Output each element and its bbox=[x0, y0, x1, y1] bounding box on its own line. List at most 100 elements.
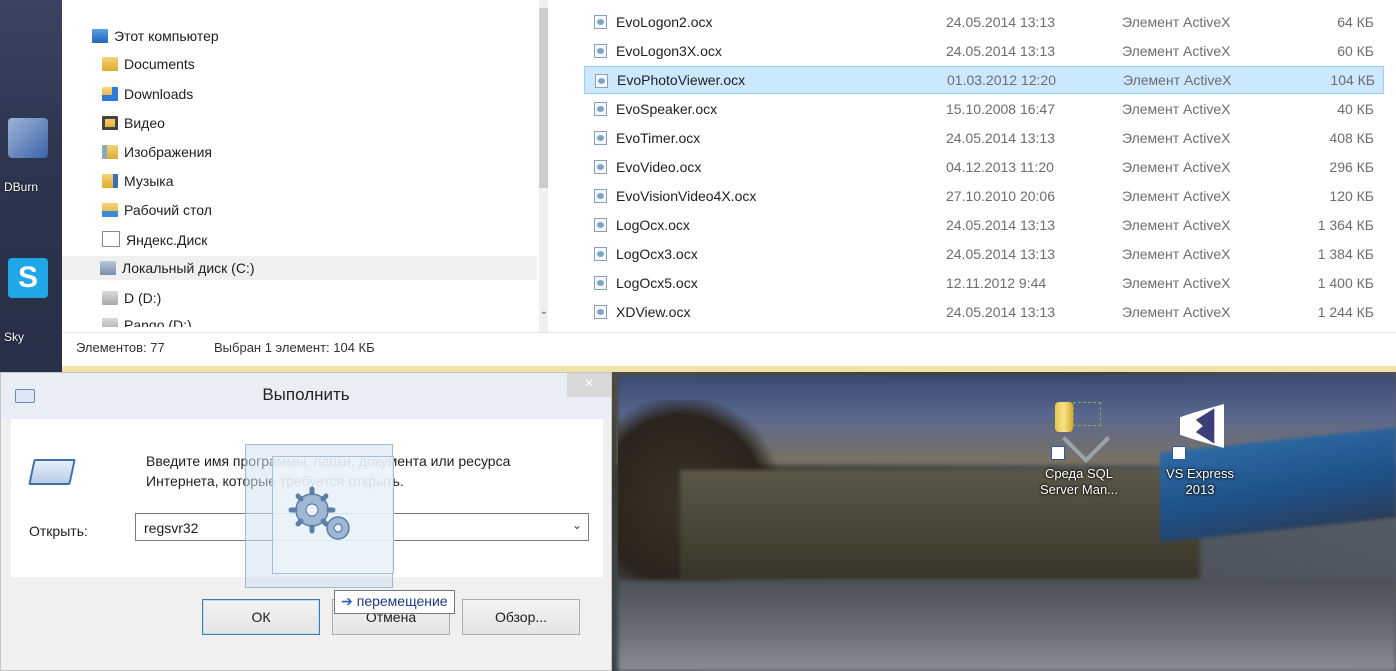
nav-item-downloads[interactable]: Downloads bbox=[102, 82, 193, 106]
nav-item-label: Этот компьютер bbox=[114, 28, 219, 44]
file-date: 24.05.2014 13:13 bbox=[946, 246, 1055, 262]
file-size: 104 КБ bbox=[1330, 72, 1375, 88]
activex-file-icon bbox=[594, 15, 607, 29]
folder-icon bbox=[102, 57, 118, 71]
desktop-icon-label-line2: Server Man... bbox=[1039, 482, 1119, 497]
skype-shortcut-label[interactable]: Sky bbox=[4, 330, 24, 344]
file-row[interactable]: EvoLogon2.ocx 24.05.2014 13:13 Элемент A… bbox=[584, 8, 1384, 36]
video-folder-icon bbox=[102, 116, 118, 130]
open-label: Открыть: bbox=[29, 523, 88, 539]
file-row[interactable]: LogOcx3.ocx 24.05.2014 13:13 Элемент Act… bbox=[584, 240, 1384, 268]
file-name: EvoPhotoViewer.ocx bbox=[617, 72, 746, 88]
music-folder-icon bbox=[102, 174, 118, 188]
file-name: EvoLogon2.ocx bbox=[616, 14, 713, 30]
file-size: 1 244 КБ bbox=[1317, 304, 1374, 320]
activex-file-icon bbox=[594, 44, 607, 58]
file-date: 15.10.2008 16:47 bbox=[946, 101, 1055, 117]
skype-shortcut-icon[interactable]: S bbox=[8, 258, 48, 298]
run-dialog-title: Выполнить bbox=[262, 385, 350, 404]
activex-file-icon bbox=[595, 74, 608, 88]
wallpaper-ground bbox=[618, 580, 1396, 671]
drag-tooltip: ➔ перемещение bbox=[334, 590, 455, 614]
run-program-icon bbox=[28, 459, 76, 485]
file-date: 24.05.2014 13:13 bbox=[946, 14, 1055, 30]
file-type: Элемент ActiveX bbox=[1122, 217, 1231, 233]
file-row[interactable]: EvoSpeaker.ocx 15.10.2008 16:47 Элемент … bbox=[584, 95, 1384, 123]
pictures-folder-icon bbox=[102, 145, 118, 159]
nav-item-label: Downloads bbox=[124, 86, 194, 102]
file-type: Элемент ActiveX bbox=[1122, 130, 1231, 146]
file-row[interactable]: EvoTimer.ocx 24.05.2014 13:13 Элемент Ac… bbox=[584, 124, 1384, 152]
activex-file-icon bbox=[594, 305, 607, 319]
dburn-shortcut-icon[interactable] bbox=[8, 118, 48, 158]
nav-item-label: Изображения bbox=[124, 144, 212, 160]
file-size: 64 КБ bbox=[1337, 14, 1374, 30]
desktop-icon-sql-server[interactable]: Среда SQL Server Man... bbox=[1034, 400, 1124, 498]
file-name: LogOcx5.ocx bbox=[616, 275, 698, 291]
nav-item-desktop[interactable]: Рабочий стол bbox=[102, 198, 212, 222]
activex-file-icon bbox=[594, 160, 607, 174]
file-size: 1 384 КБ bbox=[1317, 246, 1374, 262]
nav-item-label: Музыка bbox=[124, 173, 174, 189]
drive-icon bbox=[102, 318, 118, 327]
nav-scrollbar[interactable] bbox=[539, 0, 548, 332]
activex-file-icon bbox=[594, 131, 607, 145]
desktop-icon-vs-express[interactable]: VS Express 2013 bbox=[1155, 400, 1245, 498]
dburn-shortcut-label[interactable]: DBurn bbox=[4, 180, 38, 194]
file-list: EvoLogon2.ocx 24.05.2014 13:13 Элемент A… bbox=[584, 8, 1394, 328]
nav-item-local-disk-c[interactable]: Локальный диск (C:) bbox=[62, 256, 537, 280]
nav-item-music[interactable]: Музыка bbox=[102, 169, 174, 193]
shortcut-arrow-icon bbox=[1172, 446, 1186, 460]
gear-icon bbox=[288, 486, 350, 540]
file-size: 1 400 КБ bbox=[1317, 275, 1374, 291]
run-dialog-titlebar[interactable]: Выполнить × bbox=[1, 373, 611, 419]
file-type: Элемент ActiveX bbox=[1122, 14, 1231, 30]
nav-item-label: Видео bbox=[124, 115, 165, 131]
nav-item-drive-partial[interactable]: Pango (D:) bbox=[102, 313, 192, 327]
file-size: 408 КБ bbox=[1329, 130, 1374, 146]
explorer-content: Этот компьютер Documents Downloads Видео… bbox=[62, 0, 1396, 332]
nav-item-pictures[interactable]: Изображения bbox=[102, 140, 212, 164]
navigation-pane: Этот компьютер Documents Downloads Видео… bbox=[62, 0, 552, 332]
file-size: 1 364 КБ bbox=[1317, 217, 1374, 233]
desktop-folder-icon bbox=[102, 203, 118, 217]
file-type: Элемент ActiveX bbox=[1122, 188, 1231, 204]
nav-item-label: Яндекс.Диск bbox=[126, 232, 208, 248]
browse-button[interactable]: Обзор... bbox=[462, 599, 580, 635]
nav-item-video[interactable]: Видео bbox=[102, 111, 165, 135]
file-date: 01.03.2012 12:20 bbox=[947, 72, 1056, 88]
file-row[interactable]: LogOcx.ocx 24.05.2014 13:13 Элемент Acti… bbox=[584, 211, 1384, 239]
file-row[interactable]: EvoLogon3X.ocx 24.05.2014 13:13 Элемент … bbox=[584, 37, 1384, 65]
close-button[interactable]: × bbox=[567, 373, 611, 397]
computer-icon bbox=[92, 29, 108, 43]
file-type: Элемент ActiveX bbox=[1122, 304, 1231, 320]
nav-scrollbar-thumb[interactable] bbox=[539, 8, 548, 188]
scroll-down-arrow-icon[interactable]: ⌄ bbox=[538, 305, 550, 319]
chevron-down-icon[interactable]: ⌄ bbox=[572, 518, 582, 532]
file-type: Элемент ActiveX bbox=[1122, 101, 1231, 117]
file-row-selected[interactable]: EvoPhotoViewer.ocx 01.03.2012 12:20 Элем… bbox=[584, 66, 1384, 94]
nav-item-yandex-disk[interactable]: Яндекс.Диск bbox=[102, 227, 207, 251]
visual-studio-icon bbox=[1172, 400, 1228, 460]
file-row[interactable]: EvoVisionVideo4X.ocx 27.10.2010 20:06 Эл… bbox=[584, 182, 1384, 210]
file-name: LogOcx3.ocx bbox=[616, 246, 698, 262]
explorer-status-bar: Элементов: 77 Выбран 1 элемент: 104 КБ bbox=[62, 332, 1396, 367]
activex-file-icon bbox=[594, 102, 607, 116]
ok-button[interactable]: ОК bbox=[202, 599, 320, 635]
file-date: 24.05.2014 13:13 bbox=[946, 217, 1055, 233]
nav-item-label: Pango (D:) bbox=[124, 317, 192, 327]
nav-item-label: Documents bbox=[124, 56, 195, 72]
file-name: EvoVisionVideo4X.ocx bbox=[616, 188, 757, 204]
file-size: 60 КБ bbox=[1337, 43, 1374, 59]
file-size: 40 КБ bbox=[1337, 101, 1374, 117]
nav-item-documents[interactable]: Documents bbox=[102, 52, 195, 76]
file-name: LogOcx.ocx bbox=[616, 217, 690, 233]
file-row[interactable]: EvoVideo.ocx 04.12.2013 11:20 Элемент Ac… bbox=[584, 153, 1384, 181]
nav-item-this-pc[interactable]: Этот компьютер bbox=[92, 24, 219, 48]
file-row[interactable]: LogOcx5.ocx 12.11.2012 9:44 Элемент Acti… bbox=[584, 269, 1384, 297]
file-size: 120 КБ bbox=[1329, 188, 1374, 204]
nav-item-drive-d[interactable]: D (D:) bbox=[102, 286, 161, 310]
file-row[interactable]: XDView.ocx 24.05.2014 13:13 Элемент Acti… bbox=[584, 298, 1384, 326]
drag-tooltip-text: перемещение bbox=[356, 593, 448, 609]
file-name: EvoSpeaker.ocx bbox=[616, 101, 718, 117]
